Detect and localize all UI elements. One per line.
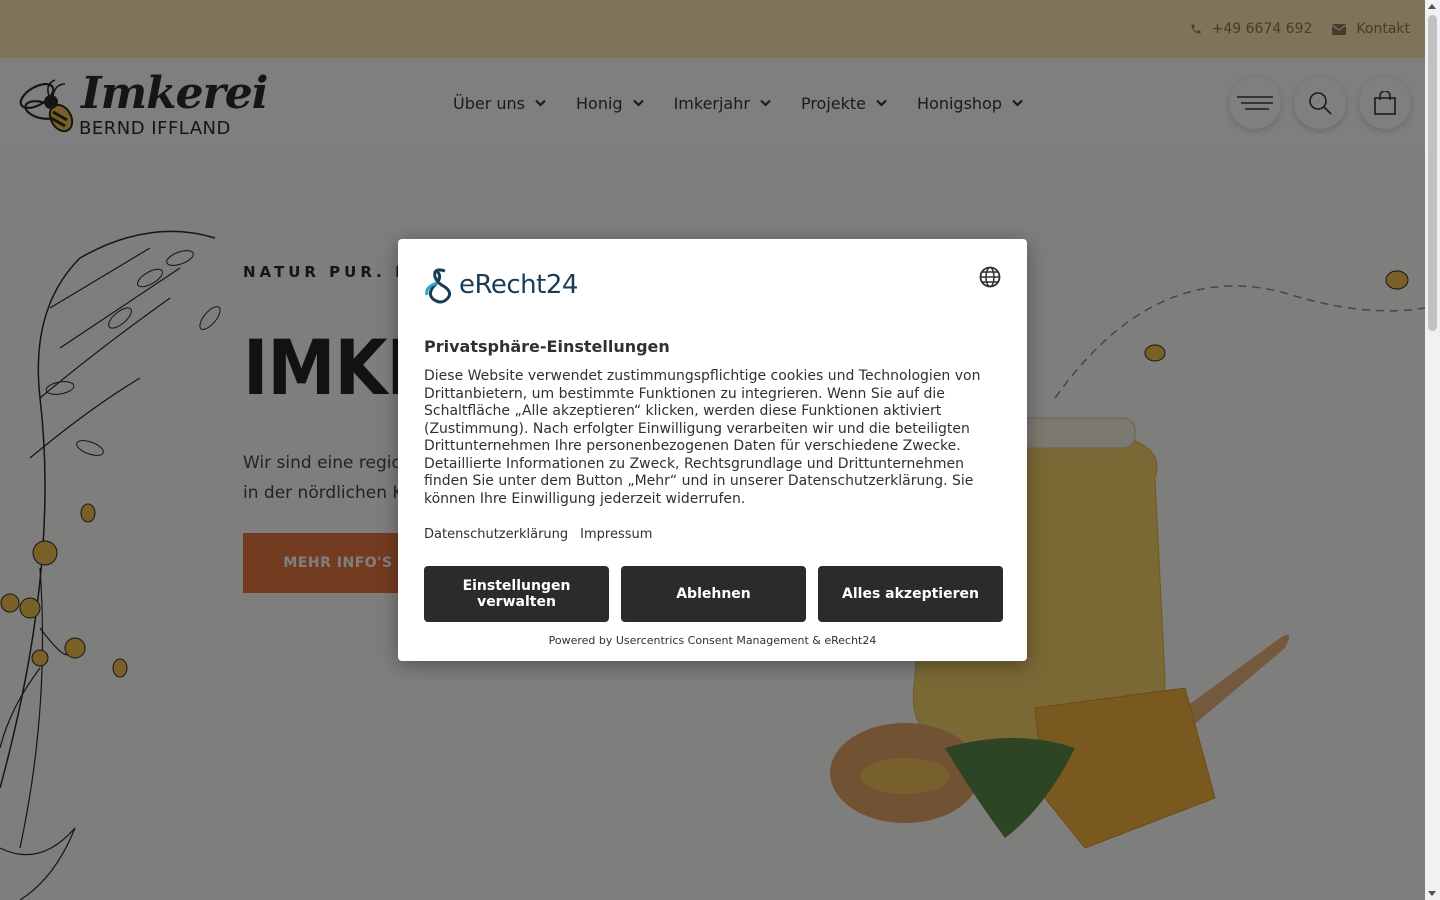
privacy-policy-link[interactable]: Datenschutzerklärung bbox=[424, 527, 568, 542]
scroll-down-arrow[interactable] bbox=[1428, 891, 1436, 896]
erecht24-mark-icon bbox=[425, 268, 452, 304]
consent-dialog: eRecht24 Privatsphäre-Einstellungen Dies… bbox=[398, 239, 1027, 661]
language-globe-icon[interactable] bbox=[979, 266, 1001, 288]
decline-button[interactable]: Ablehnen bbox=[621, 566, 806, 622]
brand-name: eRecht24 bbox=[459, 270, 578, 300]
scroll-up-arrow[interactable] bbox=[1428, 4, 1436, 9]
consent-body: Diese Website verwendet zustimmungspflic… bbox=[424, 368, 981, 507]
accept-all-button[interactable]: Alles akzeptieren bbox=[818, 566, 1003, 622]
consent-links: Datenschutzerklärung Impressum bbox=[424, 527, 652, 542]
scrollbar-thumb[interactable] bbox=[1428, 15, 1437, 331]
imprint-link[interactable]: Impressum bbox=[580, 527, 652, 542]
scrollbar[interactable] bbox=[1425, 0, 1440, 900]
manage-settings-button[interactable]: Einstellungen verwalten bbox=[424, 566, 609, 622]
erecht24-logo: eRecht24 bbox=[423, 264, 578, 306]
consent-title: Privatsphäre-Einstellungen bbox=[424, 337, 670, 356]
powered-by-text: Powered by Usercentrics Consent Manageme… bbox=[548, 634, 877, 647]
consent-buttons: Einstellungen verwalten Ablehnen Alles a… bbox=[424, 566, 1003, 622]
